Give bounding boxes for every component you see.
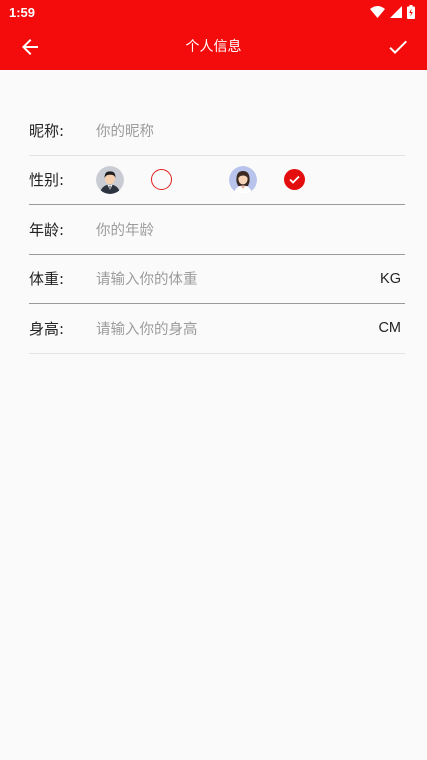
female-radio[interactable]: [284, 169, 305, 191]
wifi-icon: [370, 6, 385, 18]
weight-label: 体重:: [29, 270, 65, 289]
nickname-input[interactable]: 你的昵称: [96, 120, 405, 141]
confirm-check-icon[interactable]: [386, 35, 410, 59]
height-label: 身高:: [29, 319, 65, 338]
status-bar: 1:59: [0, 0, 427, 24]
weight-unit: KG: [380, 270, 401, 287]
weight-input[interactable]: 请输入你的体重: [96, 268, 405, 289]
height-row: 身高: 请输入你的身高 CM: [29, 304, 405, 354]
age-input[interactable]: 你的年龄: [96, 219, 405, 240]
battery-icon: [407, 5, 415, 19]
age-label: 年龄:: [29, 220, 65, 239]
height-input[interactable]: 请输入你的身高: [96, 318, 405, 339]
female-avatar-icon: [229, 165, 257, 194]
toolbar: 个人信息: [0, 24, 427, 70]
gender-row: 性别:: [29, 156, 405, 205]
back-arrow-icon[interactable]: [18, 35, 42, 59]
nickname-row: 昵称: 你的昵称: [29, 106, 405, 156]
profile-form: 昵称: 你的昵称 性别: 年龄: 你的年龄 体重: 请输入你的体重 KG 身高:…: [29, 106, 405, 354]
status-icons: [370, 5, 415, 19]
height-unit: CM: [378, 320, 401, 337]
status-time: 1:59: [9, 4, 36, 20]
app-bar: 1:59 个人信息: [0, 0, 427, 70]
gender-label: 性别:: [29, 171, 65, 190]
gender-options: [96, 165, 305, 194]
check-icon: [289, 176, 300, 185]
signal-icon: [390, 6, 402, 18]
page-title: 个人信息: [185, 39, 242, 55]
age-row: 年龄: 你的年龄: [29, 205, 405, 255]
nickname-label: 昵称:: [29, 121, 65, 140]
weight-row: 体重: 请输入你的体重 KG: [29, 255, 405, 304]
male-radio[interactable]: [151, 169, 172, 191]
male-avatar-icon: [96, 165, 124, 194]
